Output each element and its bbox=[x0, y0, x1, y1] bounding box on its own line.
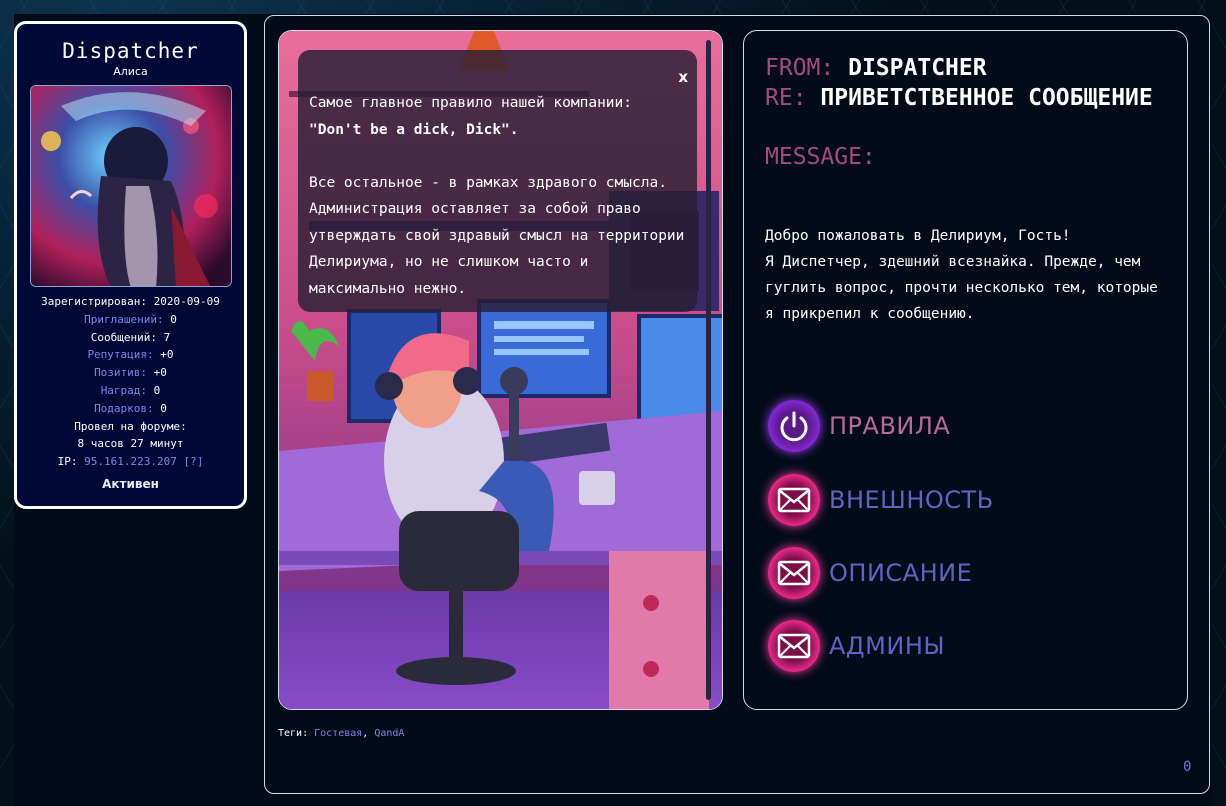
message-header: MESSAGE: bbox=[765, 144, 876, 170]
awards-value: 0 bbox=[147, 383, 161, 397]
post-counter[interactable]: 0 bbox=[1183, 759, 1191, 775]
invites-value: 0 bbox=[163, 312, 177, 326]
awards-row: Наград: 0 bbox=[17, 382, 244, 400]
ip-link[interactable]: 95.161.223.207 [?] bbox=[84, 455, 203, 468]
note-scrollbar[interactable] bbox=[706, 40, 711, 700]
message-panel: FROM: DISPATCHER RE: ПРИВЕТСТВЕННОЕ СООБ… bbox=[743, 30, 1188, 710]
positive-link[interactable]: Позитив: bbox=[94, 366, 147, 379]
invites-row: Приглашений: 0 bbox=[17, 311, 244, 329]
profile-name[interactable]: Dispatcher bbox=[17, 39, 244, 63]
menu-item-description[interactable]: ОПИСАНИЕ bbox=[768, 547, 972, 599]
greeting-line-2: Я Диспетчер, здешний всезнайка. Прежде, … bbox=[765, 254, 1158, 322]
reputation-value: +0 bbox=[153, 348, 174, 362]
tags-row: Теги: Гостевая, QandA bbox=[278, 728, 404, 739]
from-header: FROM: DISPATCHER bbox=[765, 55, 987, 81]
profile-title: Алиса bbox=[113, 65, 148, 78]
profile-card: Dispatcher Алиса Зарегистрирован: 2020-0… bbox=[14, 21, 247, 509]
ip-row: IP: 95.161.223.207 [?] bbox=[17, 453, 244, 471]
status-badge: Активен bbox=[102, 476, 159, 491]
note-paragraph: Все остальное - в рамках здравого смысла… bbox=[309, 174, 685, 297]
menu-label-admins: АДМИНЫ bbox=[829, 632, 946, 660]
note-motto: "Don't be a dick, Dick". bbox=[309, 121, 519, 138]
messages-count: Сообщений: 7 bbox=[90, 330, 171, 344]
tag-guestbook[interactable]: Гостевая bbox=[314, 728, 362, 739]
gifts-value: 0 bbox=[153, 401, 167, 415]
profile-stats: Зарегистрирован: 2020-09-09 Приглашений:… bbox=[17, 293, 244, 471]
time-on-forum-value: 8 часов 27 минут bbox=[77, 437, 184, 451]
registered-date: Зарегистрирован: 2020-09-09 bbox=[41, 295, 220, 308]
gifts-link[interactable]: Подарков: bbox=[94, 402, 154, 415]
close-icon[interactable]: x bbox=[678, 64, 688, 91]
mail-icon bbox=[768, 474, 820, 526]
tags-separator: , bbox=[362, 728, 375, 739]
menu-item-rules[interactable]: ПРАВИЛА bbox=[768, 400, 950, 452]
menu-item-admins[interactable]: АДМИНЫ bbox=[768, 620, 945, 672]
reputation-row: Репутация: +0 bbox=[17, 346, 244, 364]
ip-label: IP: bbox=[57, 455, 85, 469]
message-label: MESSAGE: bbox=[765, 144, 876, 170]
menu-label-description: ОПИСАНИЕ bbox=[829, 559, 973, 587]
power-icon bbox=[768, 400, 820, 452]
positive-value: +0 bbox=[147, 366, 167, 380]
re-label: RE: bbox=[765, 85, 807, 111]
note-spacer bbox=[309, 143, 687, 170]
from-value: DISPATCHER bbox=[848, 55, 987, 81]
mail-icon bbox=[768, 547, 820, 599]
menu-item-appearance[interactable]: ВНЕШНОСТЬ bbox=[768, 474, 994, 526]
gifts-row: Подарков: 0 bbox=[17, 400, 244, 418]
re-value: ПРИВЕТСТВЕННОЕ СООБЩЕНИЕ bbox=[820, 85, 1153, 111]
avatar[interactable] bbox=[29, 85, 232, 287]
menu-label-appearance: ВНЕШНОСТЬ bbox=[829, 486, 994, 514]
mail-icon bbox=[768, 620, 820, 672]
note-line-1: Самое главное правило нашей компании: bbox=[309, 95, 633, 111]
time-on-forum-label: Провел на форуме: bbox=[74, 419, 187, 433]
greeting-text: Добро пожаловать в Делириум, Гость! Я Ди… bbox=[765, 223, 1175, 327]
reputation-link[interactable]: Репутация: bbox=[87, 348, 153, 361]
tags-label: Теги: bbox=[278, 728, 315, 739]
re-header: RE: ПРИВЕТСТВЕННОЕ СООБЩЕНИЕ bbox=[765, 85, 1153, 111]
invites-link[interactable]: Приглашений: bbox=[84, 313, 163, 326]
tag-qanda[interactable]: QandA bbox=[374, 728, 404, 739]
rules-note-popup: x Самое главное правило нашей компании: … bbox=[298, 50, 697, 312]
positive-row: Позитив: +0 bbox=[17, 364, 244, 382]
menu-label-rules: ПРАВИЛА bbox=[829, 412, 951, 440]
awards-link[interactable]: Наград: bbox=[101, 384, 147, 397]
from-label: FROM: bbox=[765, 55, 835, 81]
greeting-line-1: Добро пожаловать в Делириум, Гость! bbox=[765, 228, 1071, 244]
